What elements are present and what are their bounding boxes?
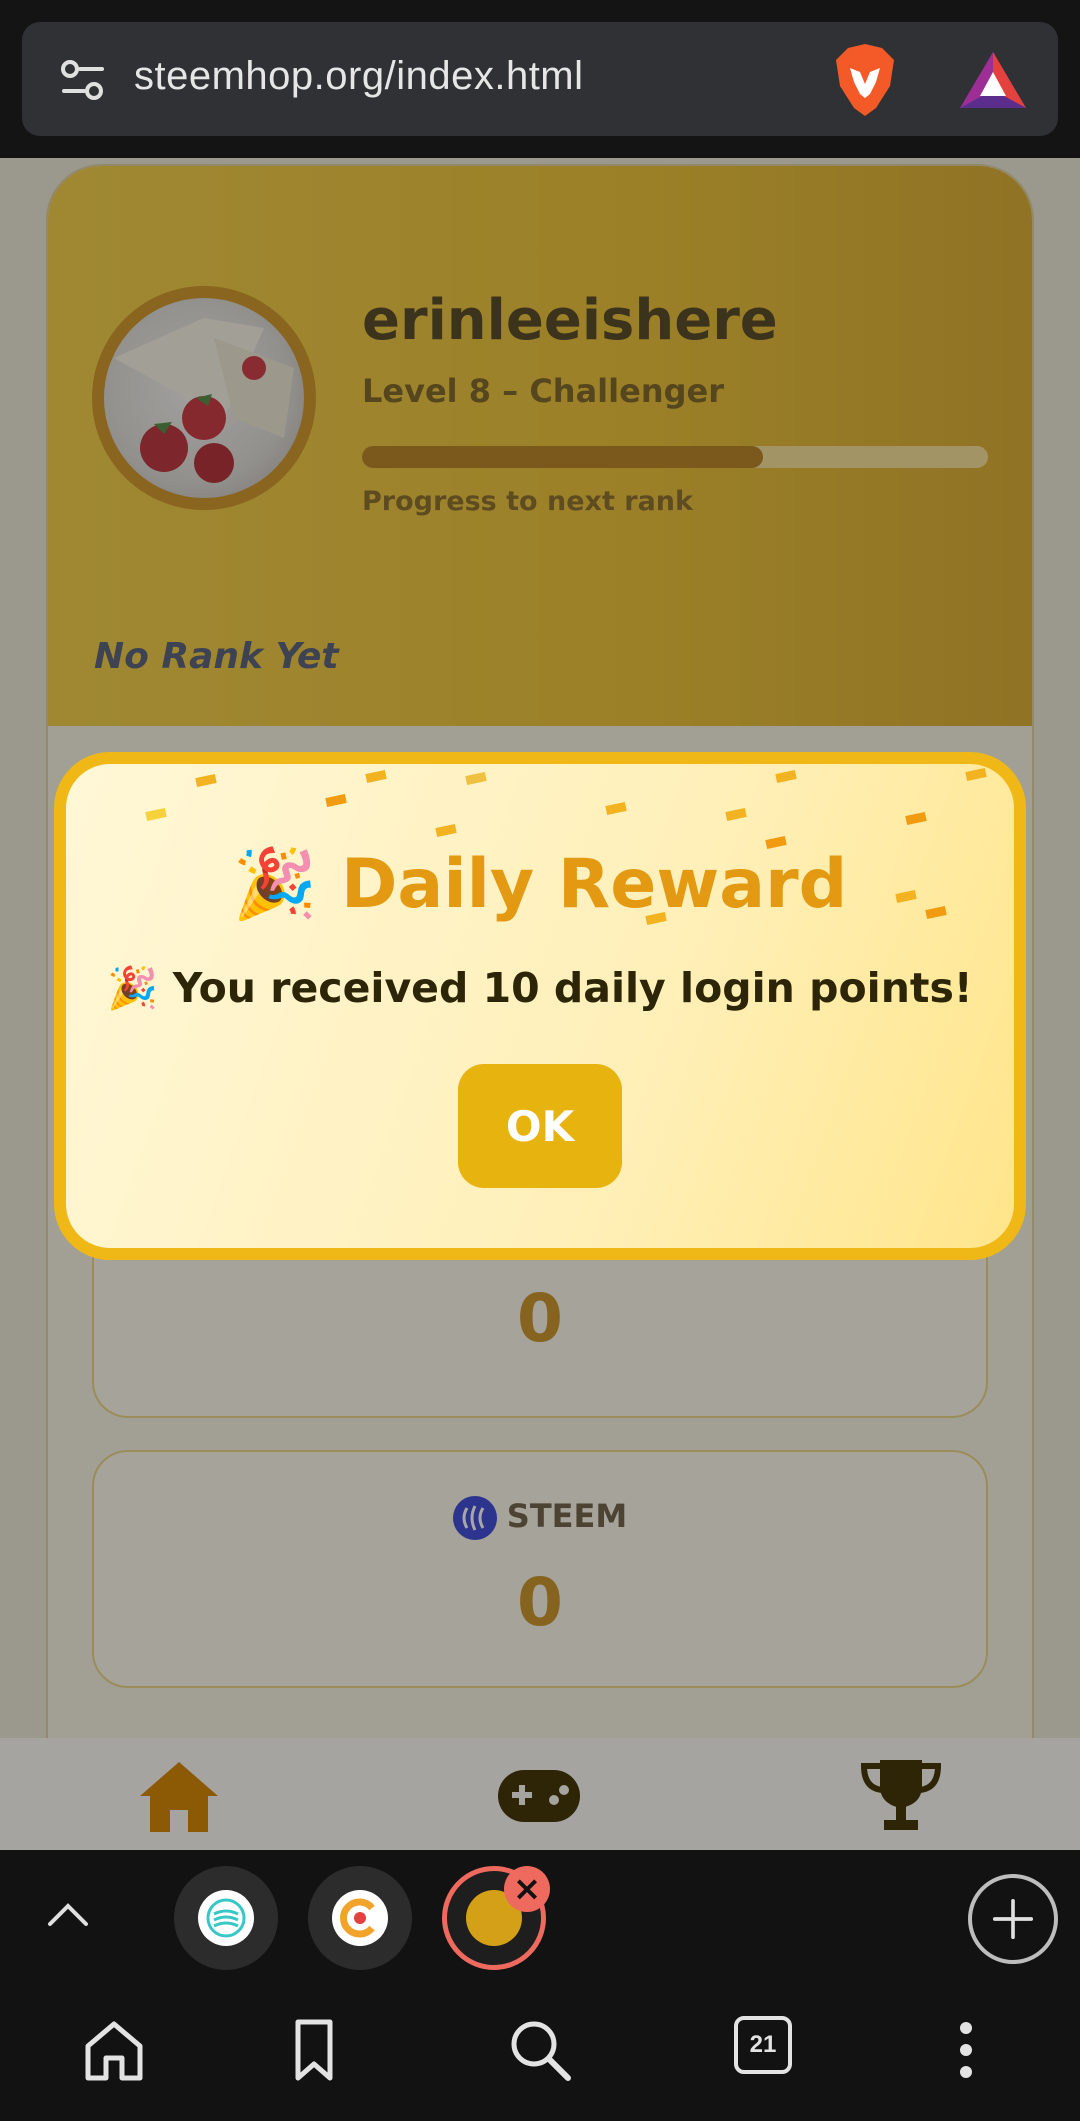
url-text[interactable]: steemhop.org/index.html: [134, 54, 584, 99]
steem-title: STEEM: [94, 1496, 986, 1540]
page: steemhop.org/index.html erinleeishere Le…: [0, 0, 1080, 2121]
address-bar[interactable]: steemhop.org/index.html: [22, 22, 1058, 136]
chevron-up-icon[interactable]: [44, 1896, 92, 1932]
confetti: [195, 774, 217, 787]
steem-value: 0: [517, 1564, 563, 1641]
bat-rewards-icon[interactable]: [958, 50, 1028, 110]
username: erinleeishere: [362, 288, 778, 353]
confetti: [775, 770, 797, 783]
home-icon[interactable]: [74, 2010, 154, 2090]
home-icon[interactable]: [134, 1756, 224, 1836]
confetti: [605, 802, 627, 815]
steem-label: STEEM: [506, 1497, 628, 1535]
confetti: [435, 824, 457, 837]
browser-top-bar: steemhop.org/index.html: [0, 0, 1080, 158]
modal-message: 🎉 You received 10 daily login points!: [107, 964, 973, 1012]
rank-label: No Rank Yet: [94, 636, 339, 677]
kebab-menu-icon[interactable]: [926, 2010, 1006, 2090]
daily-reward-modal: 🎉 Daily Reward 🎉 You received 10 daily l…: [54, 752, 1026, 1260]
tab-thumbnail[interactable]: [308, 1866, 412, 1970]
tab-favicon: [198, 1890, 254, 1946]
trophy-icon[interactable]: [856, 1756, 946, 1836]
tab-count-button[interactable]: 21: [734, 2016, 792, 2074]
search-icon[interactable]: [500, 2010, 580, 2090]
level-text: Level 8 – Challenger: [362, 372, 724, 410]
close-icon[interactable]: ×: [504, 1866, 550, 1912]
confetti: [145, 808, 167, 821]
avatar-image: [114, 318, 294, 483]
points-value: 0: [517, 1280, 563, 1357]
tab-thumbnail[interactable]: [174, 1866, 278, 1970]
modal-title: 🎉 Daily Reward: [232, 845, 848, 924]
steem-stat-card: STEEM 0: [92, 1450, 988, 1688]
browser-bottom-toolbar: 21: [0, 1986, 1080, 2121]
rank-progress-fill: [362, 446, 763, 468]
bookmark-icon[interactable]: [274, 2010, 354, 2090]
rank-progress-bar: [362, 446, 988, 468]
tab-favicon: [332, 1890, 388, 1946]
confetti: [905, 812, 927, 825]
confetti: [365, 770, 387, 783]
plus-icon[interactable]: [968, 1874, 1058, 1964]
avatar[interactable]: [92, 286, 316, 510]
progress-label: Progress to next rank: [362, 486, 693, 517]
gamepad-icon[interactable]: [494, 1756, 584, 1836]
tune-icon[interactable]: [60, 57, 106, 103]
steem-logo-icon: [452, 1496, 497, 1540]
site-bottom-nav: [0, 1738, 1080, 1850]
confetti: [725, 808, 747, 821]
confetti: [465, 772, 487, 785]
confetti: [325, 794, 347, 807]
brave-lion-icon[interactable]: [830, 42, 900, 118]
browser-tab-strip: ×: [0, 1850, 1080, 1986]
ok-button[interactable]: OK: [458, 1064, 622, 1188]
profile-header: erinleeishere Level 8 – Challenger Progr…: [48, 166, 1032, 726]
confetti: [965, 768, 987, 781]
